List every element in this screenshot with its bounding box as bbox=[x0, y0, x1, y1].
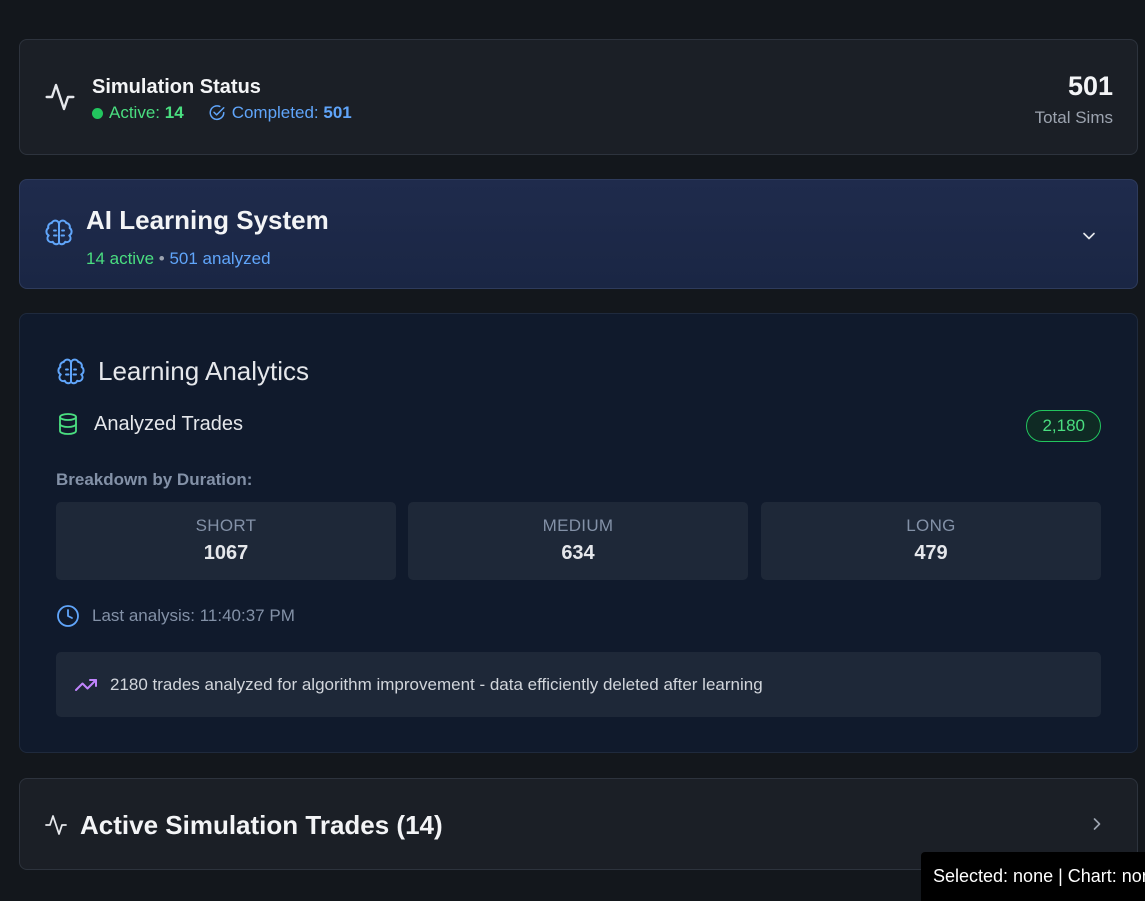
check-circle-icon bbox=[209, 105, 225, 121]
duration-value: 634 bbox=[561, 542, 595, 564]
ai-analyzed-text: 501 analyzed bbox=[169, 249, 271, 268]
simulation-status-card: Simulation Status Active: 14 Completed: … bbox=[19, 39, 1138, 155]
chevron-down-icon[interactable] bbox=[1079, 226, 1099, 246]
activity-icon bbox=[45, 815, 67, 835]
simulation-status-title: Simulation Status bbox=[92, 76, 261, 98]
duration-label: SHORT bbox=[195, 516, 257, 535]
duration-short-tile: SHORT 1067 bbox=[56, 502, 396, 580]
analyzed-trades-label: Analyzed Trades bbox=[94, 412, 243, 435]
analyzed-trades-badge: 2,180 bbox=[1026, 410, 1101, 442]
active-value: 14 bbox=[164, 103, 184, 122]
analysis-note-text: 2180 trades analyzed for algorithm impro… bbox=[110, 674, 763, 694]
total-sims-label: Total Sims bbox=[1034, 108, 1113, 127]
duration-value: 1067 bbox=[203, 542, 249, 564]
completed-value: 501 bbox=[323, 103, 352, 122]
completed-label: Completed: bbox=[231, 103, 319, 122]
simulation-status-summary: Active: 14 Completed: 501 bbox=[92, 103, 352, 123]
ai-active-text: 14 active bbox=[86, 249, 155, 268]
active-simulation-trades-title: Active Simulation Trades (14) bbox=[80, 810, 443, 840]
duration-label: LONG bbox=[906, 516, 956, 535]
breakdown-label: Breakdown by Duration: bbox=[56, 470, 253, 489]
learning-analytics-header: Learning Analytics bbox=[56, 356, 309, 387]
database-icon bbox=[59, 413, 77, 435]
clock-icon bbox=[57, 605, 79, 627]
ai-learning-system-header[interactable]: AI Learning System 14 active • 501 analy… bbox=[19, 179, 1138, 289]
learning-analytics-panel: Learning Analytics Analyzed Trades 2,180… bbox=[19, 313, 1138, 753]
ai-learning-summary: 14 active • 501 analyzed bbox=[86, 249, 271, 269]
selection-tooltip: Selected: none | Chart: none bbox=[921, 852, 1145, 901]
duration-long-tile: LONG 479 bbox=[761, 502, 1101, 580]
analyzed-trades-row: Analyzed Trades bbox=[56, 412, 243, 436]
active-label: Active: bbox=[109, 103, 161, 122]
analysis-note: 2180 trades analyzed for algorithm impro… bbox=[56, 652, 1101, 717]
total-sims-value: 501 bbox=[1067, 71, 1113, 101]
brain-icon bbox=[57, 358, 85, 384]
duration-label: MEDIUM bbox=[542, 516, 614, 535]
brain-icon bbox=[45, 219, 73, 246]
active-count: Active: 14 bbox=[92, 103, 184, 123]
active-dot-icon bbox=[92, 107, 103, 119]
chevron-right-icon[interactable] bbox=[1087, 814, 1107, 834]
separator: • bbox=[154, 249, 170, 268]
trending-up-icon bbox=[75, 678, 97, 691]
ai-learning-title: AI Learning System bbox=[86, 205, 329, 235]
last-analysis-text: Last analysis: 11:40:37 PM bbox=[92, 606, 295, 625]
duration-value: 479 bbox=[914, 542, 948, 564]
learning-analytics-title: Learning Analytics bbox=[98, 356, 310, 386]
duration-medium-tile: MEDIUM 634 bbox=[408, 502, 748, 580]
activity-icon bbox=[45, 83, 75, 111]
last-analysis-row: Last analysis: 11:40:37 PM bbox=[56, 604, 295, 628]
completed-count: Completed: 501 bbox=[208, 103, 352, 123]
